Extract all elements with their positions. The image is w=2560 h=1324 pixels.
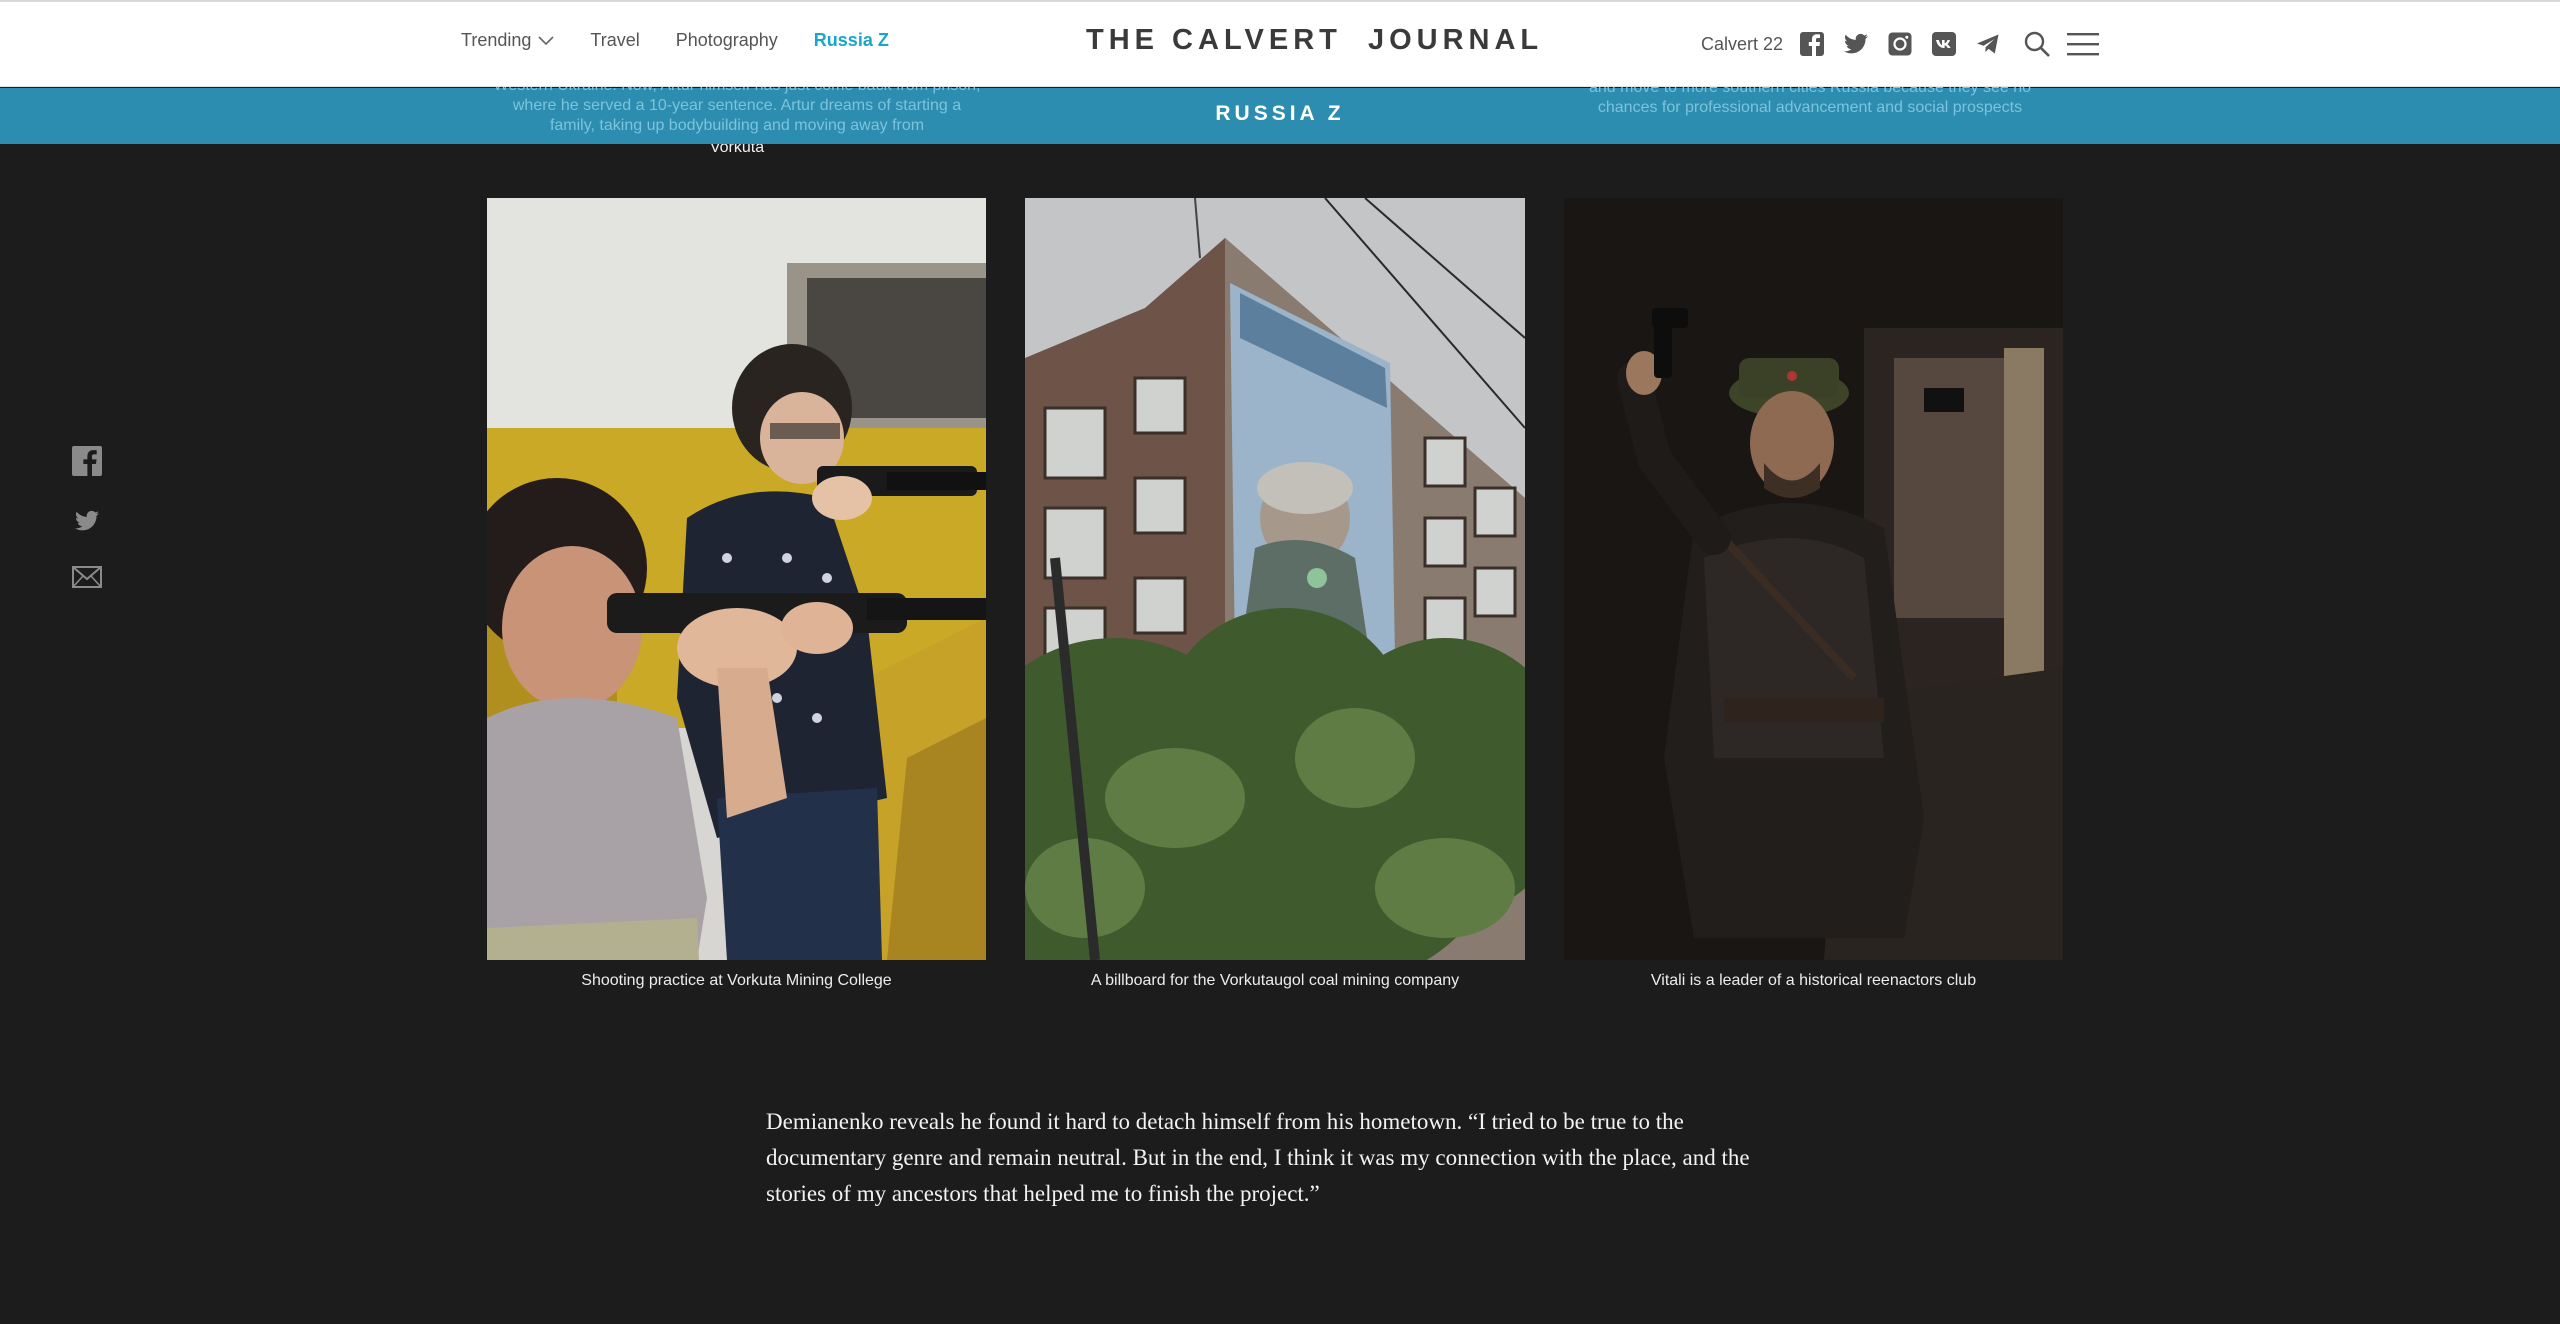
email-icon[interactable] bbox=[72, 566, 102, 588]
menu-icon[interactable] bbox=[2067, 31, 2100, 57]
site-logo[interactable]: THE CALVERT JOURNAL bbox=[1086, 24, 1543, 57]
nav-item-label: Russia Z bbox=[813, 30, 889, 50]
utility-nav: Calvert 22 bbox=[1701, 25, 2100, 63]
nav-item-photography[interactable]: Photography bbox=[676, 30, 778, 51]
share-sidebar bbox=[72, 446, 102, 620]
photo-shooting-practice bbox=[487, 198, 986, 960]
section-banner: RUSSIA Z bbox=[0, 88, 2560, 144]
gallery-photo-billboard[interactable] bbox=[1025, 198, 1525, 960]
article-paragraph: Demianenko reveals he found it hard to d… bbox=[766, 1109, 1750, 1206]
gallery-caption: Shooting practice at Vorkuta Mining Coll… bbox=[581, 972, 892, 989]
gallery-photo-shooting-practice[interactable] bbox=[487, 198, 986, 960]
top-navigation-bar: Trending Travel Photography Russia Z THE… bbox=[0, 0, 2560, 87]
nav-item-russia-z[interactable]: Russia Z bbox=[814, 30, 889, 51]
nav-item-label: Travel bbox=[590, 30, 640, 50]
search-icon[interactable] bbox=[2023, 30, 2051, 58]
vk-icon[interactable] bbox=[1931, 31, 1957, 57]
facebook-icon[interactable] bbox=[72, 446, 102, 476]
photo-billboard bbox=[1025, 198, 1525, 960]
nav-item-trending[interactable]: Trending bbox=[461, 30, 554, 51]
gallery-photo-reenactor[interactable] bbox=[1564, 198, 2063, 960]
nav-item-travel[interactable]: Travel bbox=[590, 30, 639, 51]
photo-reenactor bbox=[1564, 198, 2063, 960]
twitter-icon[interactable] bbox=[1843, 31, 1869, 57]
nav-item-label: Photography bbox=[675, 30, 778, 50]
previous-caption-left: Western Ukraine. Now, Artur himself has … bbox=[490, 78, 984, 144]
chevron-down-icon bbox=[538, 35, 554, 45]
facebook-icon[interactable] bbox=[1799, 31, 1825, 57]
calvert22-link[interactable]: Calvert 22 bbox=[1701, 34, 1783, 55]
twitter-icon[interactable] bbox=[72, 508, 102, 534]
primary-nav: Trending Travel Photography Russia Z bbox=[461, 30, 925, 51]
section-title[interactable]: RUSSIA Z bbox=[0, 102, 2560, 126]
telegram-icon[interactable] bbox=[1975, 31, 2001, 57]
nav-item-label: Trending bbox=[461, 30, 532, 50]
gallery-caption: A billboard for the Vorkutaugol coal min… bbox=[1090, 972, 1460, 989]
gallery-caption: Vitali is a leader of a historical reena… bbox=[1650, 972, 1977, 989]
instagram-icon[interactable] bbox=[1887, 31, 1913, 57]
